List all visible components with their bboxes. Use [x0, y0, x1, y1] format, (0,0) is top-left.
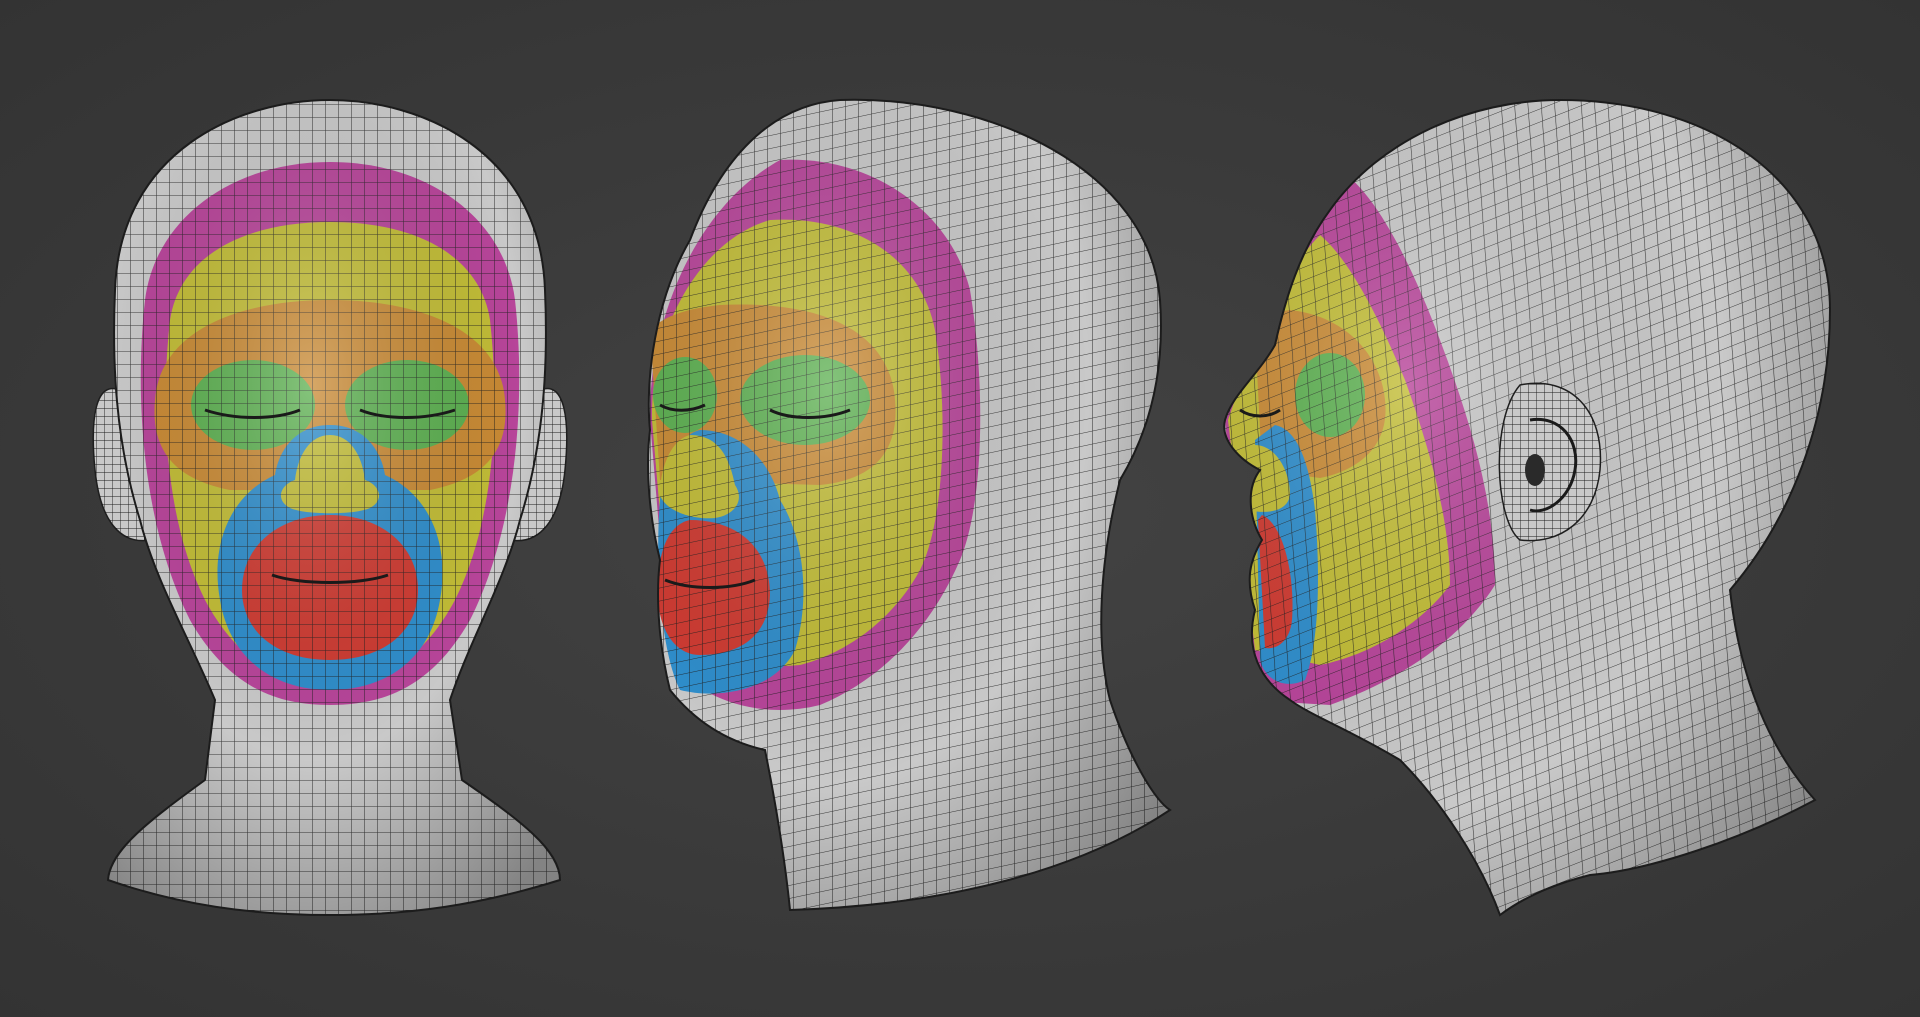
side-view	[1223, 98, 1832, 917]
front-view	[92, 98, 568, 917]
viewport	[0, 0, 1920, 1017]
head-topology-render	[92, 98, 1832, 917]
three-quarter-view	[647, 98, 1172, 912]
